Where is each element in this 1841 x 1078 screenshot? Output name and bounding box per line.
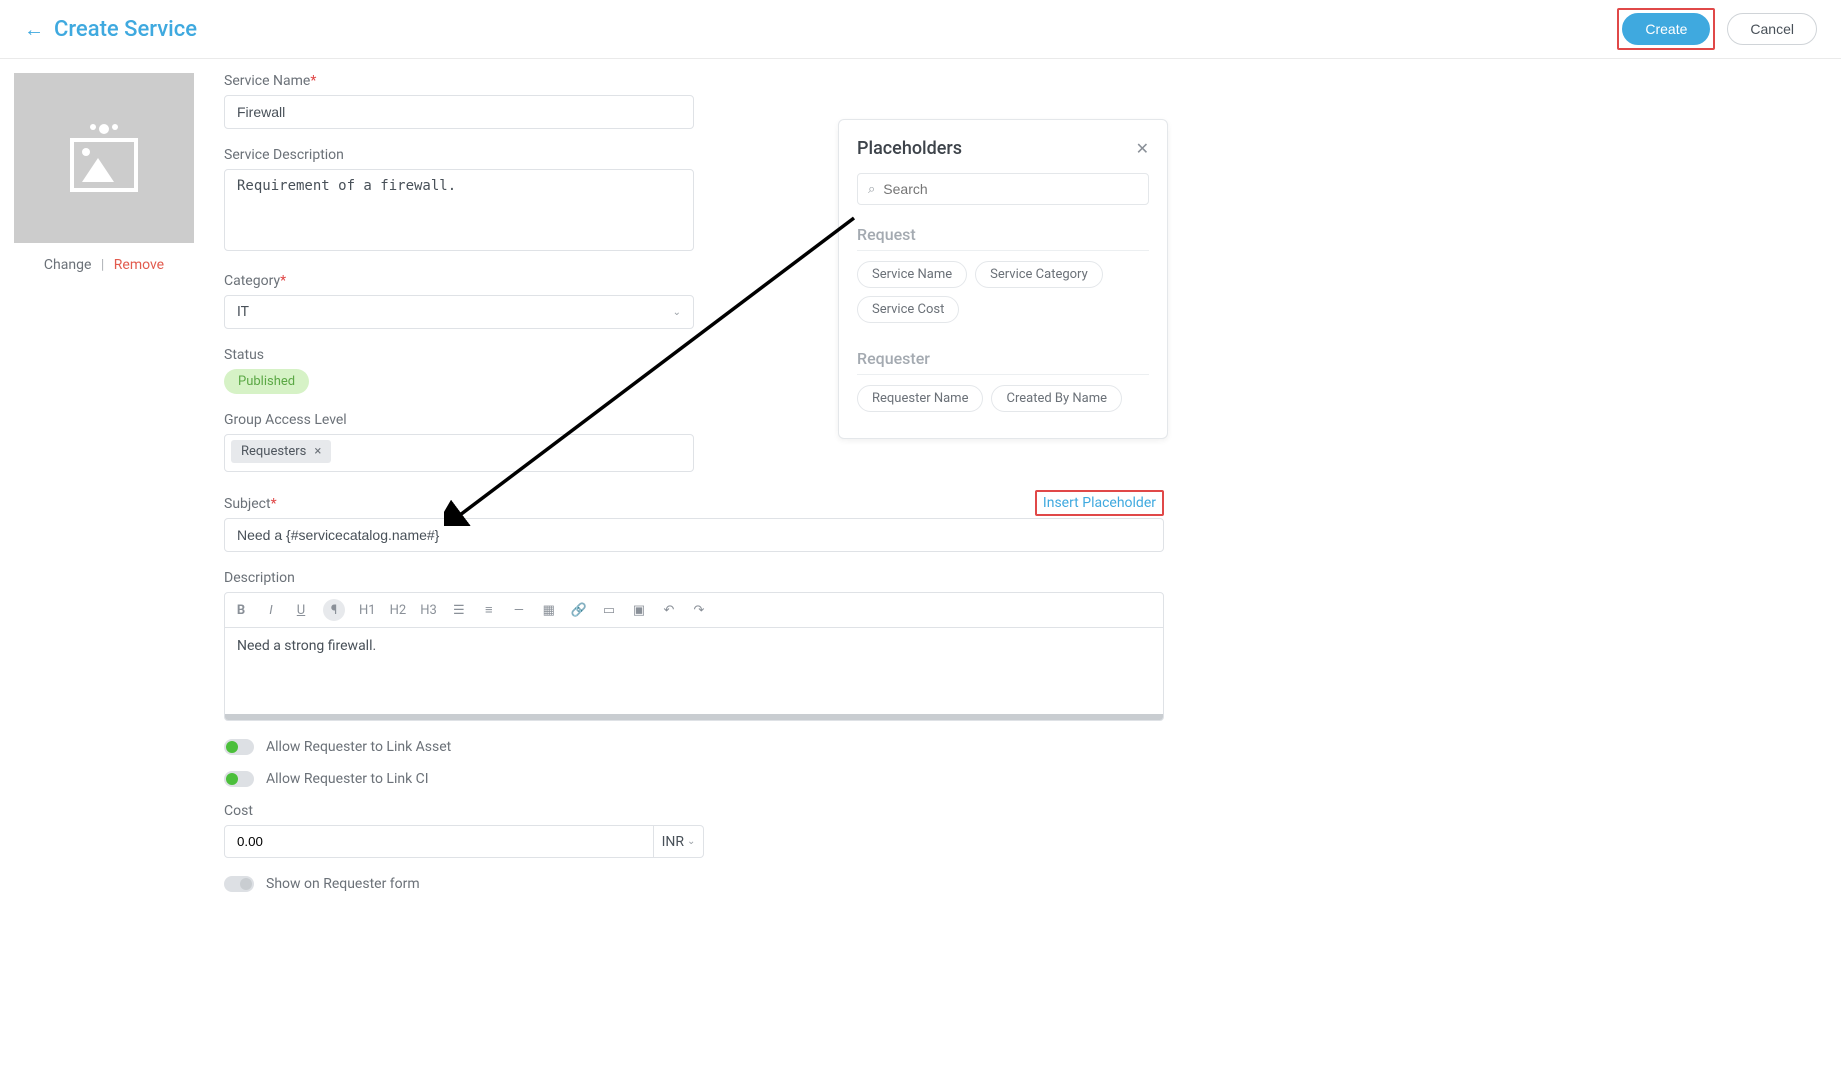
bullet-list-icon[interactable]: ☰ xyxy=(451,603,467,618)
allow-link-ci-toggle[interactable] xyxy=(224,771,254,787)
subject-input[interactable] xyxy=(224,518,1164,552)
category-select[interactable]: IT ⌄ xyxy=(224,295,694,329)
category-value: IT xyxy=(237,304,249,320)
undo-icon[interactable]: ↶ xyxy=(661,603,677,618)
popover-title: Placeholders xyxy=(857,138,962,159)
hr-icon[interactable]: — xyxy=(511,603,527,618)
subject-label: Subject* xyxy=(224,496,1164,512)
h3-button[interactable]: H3 xyxy=(420,603,437,618)
chip-service-name[interactable]: Service Name xyxy=(857,261,967,288)
editor-content[interactable]: Need a strong firewall. xyxy=(225,628,1163,714)
paragraph-button[interactable]: ¶ xyxy=(323,599,345,621)
insert-placeholder-link[interactable]: Insert Placeholder xyxy=(1043,495,1156,511)
popover-search-input[interactable] xyxy=(883,181,1138,197)
remove-image-link[interactable]: Remove xyxy=(114,257,164,273)
cost-label: Cost xyxy=(224,803,1164,819)
chevron-down-icon: ⌄ xyxy=(673,307,681,318)
chip-created-by-name[interactable]: Created By Name xyxy=(991,385,1122,412)
page-title: Create Service xyxy=(54,17,197,42)
show-on-form-label: Show on Requester form xyxy=(266,876,420,892)
allow-link-ci-label: Allow Requester to Link CI xyxy=(266,771,429,787)
cost-currency-select[interactable]: INR ⌄ xyxy=(654,825,704,858)
rich-text-editor: B I U ¶ H1 H2 H3 ☰ ≡ — ▦ 🔗 ▭ ▣ ↶ ↷ xyxy=(224,592,1164,721)
service-desc-input[interactable] xyxy=(224,169,694,251)
allow-link-asset-toggle[interactable] xyxy=(224,739,254,755)
h1-button[interactable]: H1 xyxy=(359,603,376,618)
service-name-input[interactable] xyxy=(224,95,694,129)
popover-section-request: Request xyxy=(857,225,1149,251)
underline-button[interactable]: U xyxy=(293,603,309,618)
image-insert-icon[interactable]: ▣ xyxy=(631,603,647,618)
chip-service-category[interactable]: Service Category xyxy=(975,261,1103,288)
group-tag: Requesters × xyxy=(231,440,331,463)
editor-scrollbar[interactable] xyxy=(225,714,1163,720)
group-access-input[interactable]: Requesters × xyxy=(224,434,694,472)
bold-button[interactable]: B xyxy=(233,603,249,618)
tag-remove-icon[interactable]: × xyxy=(314,444,321,459)
popover-search[interactable]: ⌕ xyxy=(857,173,1149,205)
redo-icon[interactable]: ↷ xyxy=(691,603,707,618)
numbered-list-icon[interactable]: ≡ xyxy=(481,602,497,618)
description-label: Description xyxy=(224,570,1164,586)
cancel-button[interactable]: Cancel xyxy=(1727,13,1817,45)
popover-section-requester: Requester xyxy=(857,349,1149,375)
change-image-link[interactable]: Change xyxy=(44,257,91,273)
close-icon[interactable]: ✕ xyxy=(1136,139,1149,158)
status-badge: Published xyxy=(224,369,309,394)
placeholders-popover: Placeholders ✕ ⌕ Request Service Name Se… xyxy=(838,119,1168,439)
italic-button[interactable]: I xyxy=(263,603,279,618)
show-on-form-toggle[interactable] xyxy=(224,876,254,892)
editor-toolbar: B I U ¶ H1 H2 H3 ☰ ≡ — ▦ 🔗 ▭ ▣ ↶ ↷ xyxy=(225,593,1163,628)
h2-button[interactable]: H2 xyxy=(390,603,407,618)
chip-service-cost[interactable]: Service Cost xyxy=(857,296,959,323)
create-button[interactable]: Create xyxy=(1622,13,1710,45)
insert-placeholder-highlight: Insert Placeholder xyxy=(1035,490,1164,516)
cost-input[interactable] xyxy=(224,825,654,858)
link-icon[interactable]: 🔗 xyxy=(571,603,587,618)
back-arrow-icon[interactable]: ← xyxy=(24,17,44,42)
create-button-highlight: Create xyxy=(1617,8,1715,50)
service-image-placeholder[interactable] xyxy=(14,73,194,243)
chevron-down-icon: ⌄ xyxy=(687,836,695,847)
allow-link-asset-label: Allow Requester to Link Asset xyxy=(266,739,451,755)
image-icon xyxy=(70,138,138,192)
table-icon[interactable]: ▦ xyxy=(541,603,557,618)
search-icon: ⌕ xyxy=(868,182,875,197)
service-name-label: Service Name* xyxy=(224,73,1164,89)
chip-requester-name[interactable]: Requester Name xyxy=(857,385,983,412)
video-icon[interactable]: ▭ xyxy=(601,603,617,618)
